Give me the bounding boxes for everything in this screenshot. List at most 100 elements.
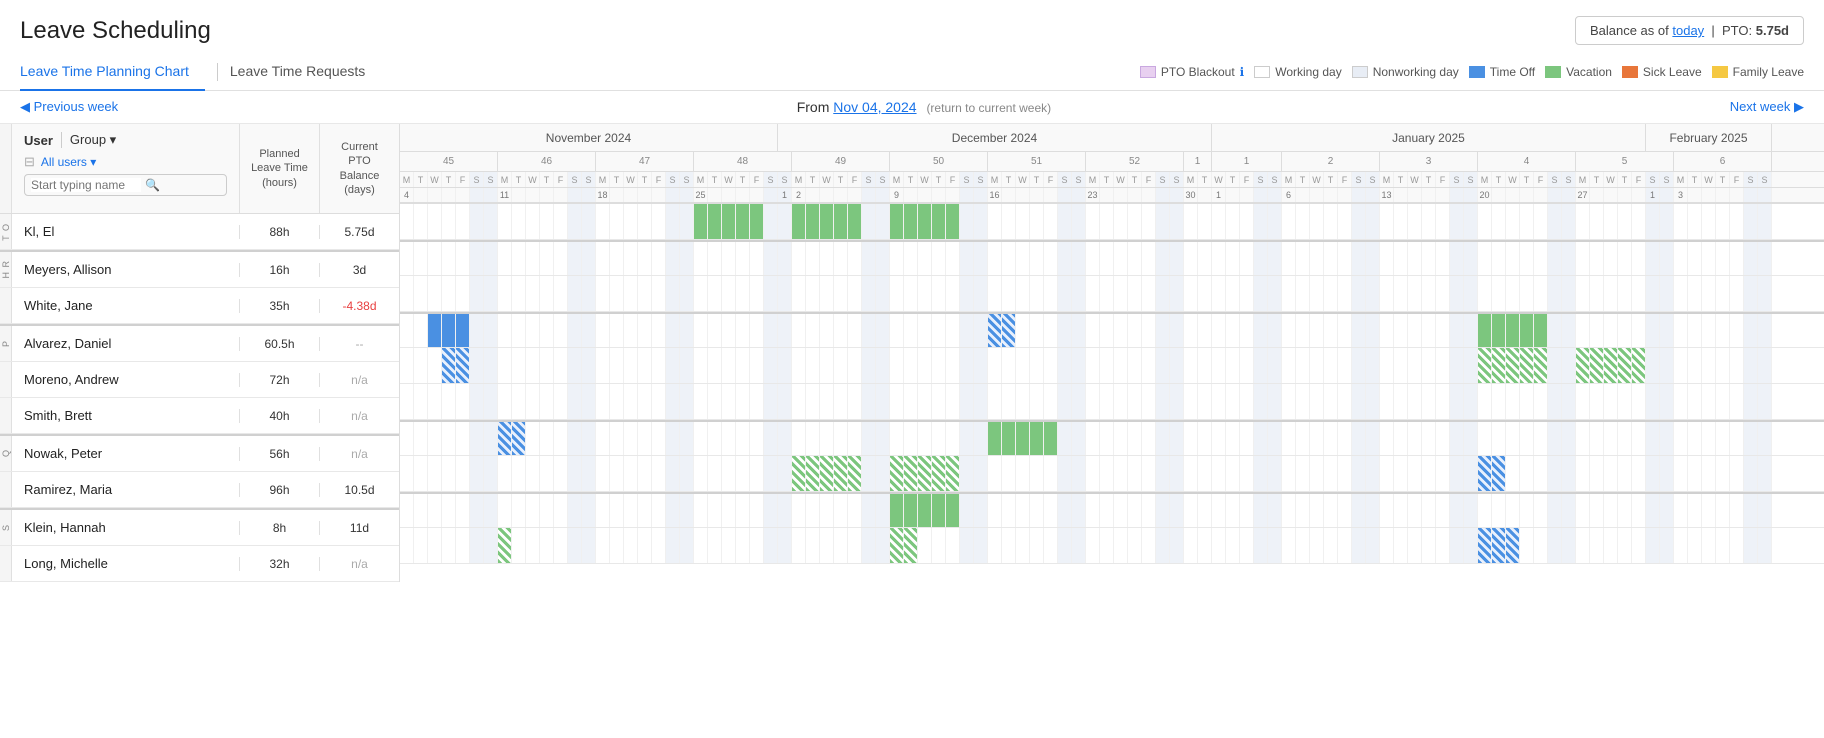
cal-cell [1758,422,1772,455]
cal-cell [568,204,582,239]
cal-cell [680,314,694,347]
cal-cell [1646,204,1660,239]
cal-cell [1086,204,1100,239]
cal-cell [1520,314,1534,347]
search-icon: 🔍 [145,178,160,192]
cal-cell [428,204,442,239]
cal-cell [540,348,554,383]
cal-cell [624,384,638,419]
cal-cell [1422,276,1436,311]
cal-cell [1716,242,1730,275]
cal-cell [470,456,484,491]
cal-cell [792,204,806,239]
cal-cell [442,204,456,239]
cal-cell [400,242,414,275]
search-input[interactable] [31,178,141,192]
cal-cell [1324,384,1338,419]
cal-cell [1492,314,1506,347]
cal-cell [694,456,708,491]
today-link[interactable]: today [1672,23,1704,38]
cal-cell [512,422,526,455]
prev-week-button[interactable]: ◀ Previous week [20,99,118,115]
cal-cell [1464,348,1478,383]
cal-cell [414,314,428,347]
cal-cell [1646,422,1660,455]
return-link[interactable]: (return to current week) [926,101,1051,115]
cal-cell [526,456,540,491]
cal-cell [1086,422,1100,455]
cal-cell [1282,528,1296,563]
cal-cell [1128,204,1142,239]
cal-cell [890,456,904,491]
cal-cell [1436,422,1450,455]
cal-cell [484,276,498,311]
cal-cell [1660,456,1674,491]
pto-balance: 11d [319,521,399,535]
cal-cell [1408,242,1422,275]
cal-cell [554,456,568,491]
cal-cell [1212,204,1226,239]
cal-cell [1688,384,1702,419]
cal-cell [890,204,904,239]
cal-cell [1198,314,1212,347]
cal-cell [1422,204,1436,239]
cal-cell [1030,276,1044,311]
cal-cell [526,494,540,527]
cal-cell [1072,422,1086,455]
cal-cell [988,422,1002,455]
tab-requests[interactable]: Leave Time Requests [230,53,381,91]
dept-product: P Alvarez, Daniel 60.5h -- Moreno, Andre… [0,324,399,434]
cal-cell [1254,456,1268,491]
cal-cell [1324,276,1338,311]
pto-blackout-info[interactable]: ℹ [1240,65,1245,79]
cal-cell [526,384,540,419]
cal-cell [1240,422,1254,455]
from-date[interactable]: Nov 04, 2024 [833,99,916,115]
cal-cell [1100,384,1114,419]
cal-cell [988,456,1002,491]
cal-cell [778,276,792,311]
filter-all-users[interactable]: All users ▾ [41,155,96,169]
cal-cell [1576,384,1590,419]
cal-cell [806,204,820,239]
cal-cell [428,456,442,491]
cal-cell [1198,422,1212,455]
cal-cell [862,204,876,239]
legend-vacation-label: Vacation [1566,65,1612,79]
cal-cell [1562,276,1576,311]
cal-cell [1660,384,1674,419]
cal-cell [1688,348,1702,383]
cal-cell [1142,384,1156,419]
cal-cell [1506,276,1520,311]
cal-cell [400,348,414,383]
cal-cell [834,456,848,491]
cal-cell [1212,384,1226,419]
cal-cell [554,348,568,383]
balance-box: Balance as of today | PTO: 5.75d [1575,16,1804,45]
cal-cell [1310,242,1324,275]
cal-cell [1086,456,1100,491]
cal-cell [736,242,750,275]
cal-cell [1128,242,1142,275]
cal-cell [1254,204,1268,239]
cal-cell [1226,348,1240,383]
user-sort-button[interactable]: User [24,133,53,148]
cal-cell [946,422,960,455]
group-sort-button[interactable]: Group ▾ [70,132,116,148]
cal-cell [722,242,736,275]
dept-label-hr: H R [0,252,12,287]
cal-cell [1058,456,1072,491]
legend-family-leave-label: Family Leave [1733,65,1804,79]
cal-cell [1002,242,1016,275]
next-week-button[interactable]: Next week ▶ [1730,99,1804,115]
legend-vacation: Vacation [1545,65,1612,79]
cal-cell [1338,494,1352,527]
cal-cell [1590,528,1604,563]
legend-sick-leave: Sick Leave [1622,65,1702,79]
cal-cell [1170,314,1184,347]
cal-cell [1646,242,1660,275]
cal-cell [1030,204,1044,239]
tab-planning[interactable]: Leave Time Planning Chart [20,53,205,91]
planned-value: 88h [239,225,319,239]
cal-cell [526,204,540,239]
